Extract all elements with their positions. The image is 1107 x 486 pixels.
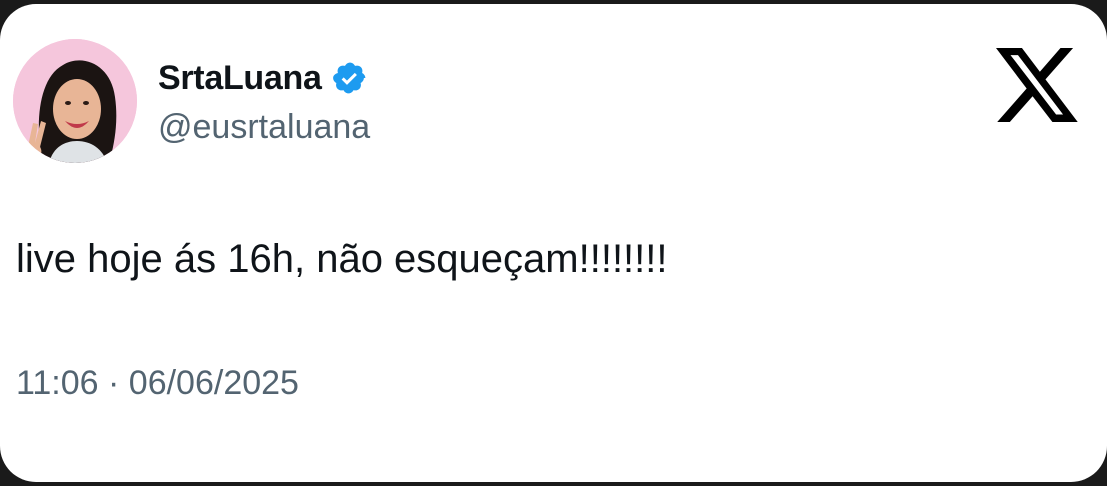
- user-handle[interactable]: @eusrtaluana: [158, 108, 370, 147]
- timestamp-separator: ·: [108, 364, 120, 402]
- x-logo-icon[interactable]: [996, 47, 1078, 123]
- tweet-card: SrtaLuana @eusrtaluana live hoje ás 16h,…: [0, 4, 1107, 482]
- display-name[interactable]: SrtaLuana: [158, 59, 322, 98]
- author-name-row: SrtaLuana: [158, 54, 368, 102]
- verified-badge-icon: [332, 62, 365, 94]
- tweet-date: 06/06/2025: [128, 364, 299, 402]
- avatar-image: [13, 39, 137, 163]
- tweet-time: 11:06: [16, 364, 99, 402]
- tweet-text: live hoje ás 16h, não esqueçam!!!!!!!!: [16, 237, 668, 281]
- tweet-timestamp[interactable]: 11:06 · 06/06/2025: [16, 364, 299, 403]
- avatar[interactable]: [13, 39, 137, 163]
